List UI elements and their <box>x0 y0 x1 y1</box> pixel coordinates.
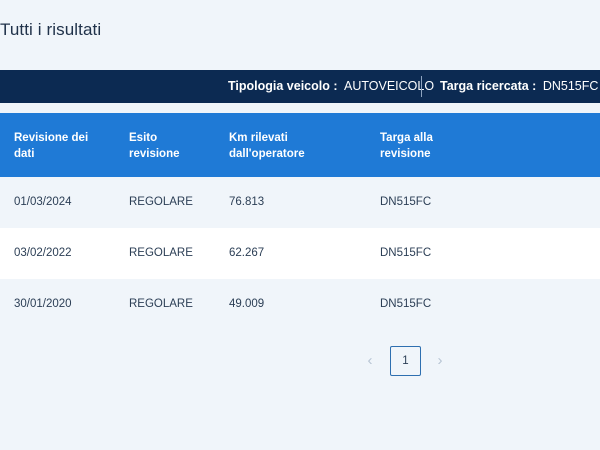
cell-km: 76.813 <box>229 196 265 208</box>
info-separator <box>421 76 422 97</box>
searched-plate-label: Targa ricercata : <box>440 79 537 93</box>
table-row: 03/02/2022 REGOLARE 62.267 DN515FC <box>0 228 600 279</box>
cell-revision-date: 01/03/2024 <box>14 196 72 208</box>
table-row: 30/01/2020 REGOLARE 49.009 DN515FC <box>0 279 600 330</box>
cell-km: 62.267 <box>229 247 265 259</box>
column-header-line: Esito <box>129 132 158 144</box>
searched-plate-value: DN515FC <box>542 79 599 93</box>
cell-plate: DN515FC <box>380 196 432 208</box>
column-header-line: dati <box>14 148 35 160</box>
vehicle-type-label: Tipologia veicolo : <box>228 79 338 93</box>
vehicle-type-info: Tipologia veicolo : AUTOVEICOLO <box>228 70 434 103</box>
column-header-line: Km rilevati <box>229 132 288 144</box>
column-header-line: Revisione dei <box>14 132 89 144</box>
cell-revision-date: 30/01/2020 <box>14 298 72 310</box>
searched-plate-info: Targa ricercata : DN515FC <box>440 70 598 103</box>
column-header-outcome: Esito revisione <box>129 130 180 162</box>
page-title: Tutti i risultati <box>0 20 102 39</box>
cell-plate: DN515FC <box>380 247 432 259</box>
cell-plate: DN515FC <box>380 298 432 310</box>
results-table: Revisione dei dati Esito revisione Km ri… <box>0 113 600 330</box>
table-row: 01/03/2024 REGOLARE 76.813 DN515FC <box>0 177 600 228</box>
search-info-bar: Tipologia veicolo : AUTOVEICOLO Targa ri… <box>0 70 600 103</box>
column-header-km: Km rilevati dall'operatore <box>229 130 305 162</box>
cell-outcome: REGOLARE <box>129 298 193 310</box>
column-header-revision-date: Revisione dei dati <box>14 130 88 162</box>
column-header-line: Targa alla <box>380 132 433 144</box>
column-header-plate: Targa alla revisione <box>380 130 433 162</box>
cell-revision-date: 03/02/2022 <box>14 247 72 259</box>
cell-outcome: REGOLARE <box>129 196 193 208</box>
column-header-line: revisione <box>380 148 431 160</box>
table-header: Revisione dei dati Esito revisione Km ri… <box>0 113 600 177</box>
chevron-left-icon[interactable]: ‹ <box>360 346 380 376</box>
chevron-right-icon[interactable]: › <box>430 346 450 376</box>
cell-km: 49.009 <box>229 298 265 310</box>
page: Tutti i risultati Tipologia veicolo : AU… <box>0 0 600 450</box>
page-button-current[interactable]: 1 <box>390 346 421 376</box>
column-header-line: dall'operatore <box>229 148 305 160</box>
cell-outcome: REGOLARE <box>129 247 193 259</box>
column-header-line: revisione <box>129 148 180 160</box>
